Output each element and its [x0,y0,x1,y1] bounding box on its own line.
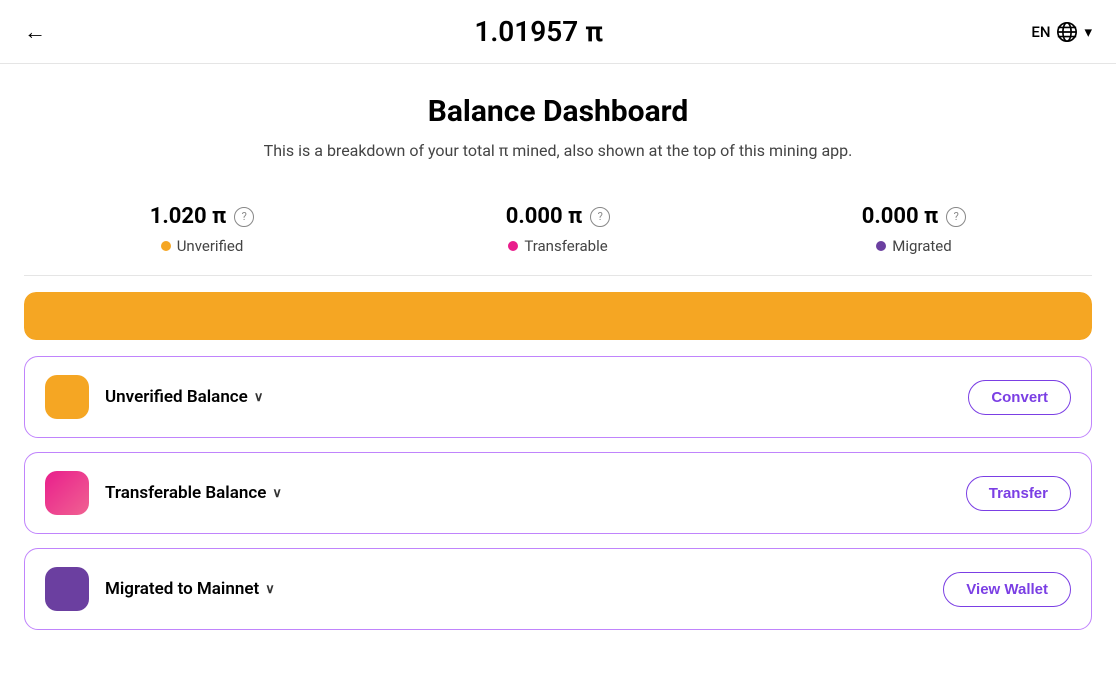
migrated-amount: 0.000 π [862,204,939,229]
transfer-button[interactable]: Transfer [966,476,1071,511]
unverified-card-chevron-icon[interactable]: ∨ [254,390,264,405]
pi-symbol-header: π [585,15,603,48]
unverified-balance-card: Unverified Balance ∨ Convert [24,356,1092,438]
unverified-label: Unverified [161,237,244,255]
convert-button[interactable]: Convert [968,380,1071,415]
migrated-label: Migrated [876,237,951,255]
transferable-label: Transferable [508,237,607,255]
transferable-card-title-text: Transferable Balance [105,483,266,503]
stat-migrated-value: 0.000 π ? [862,204,967,229]
unverified-dot [161,241,171,251]
migrated-balance-card: Migrated to Mainnet ∨ View Wallet [24,548,1092,630]
progress-bar-fill [24,292,1092,340]
unverified-help-icon[interactable]: ? [234,207,254,227]
transferable-card-title: Transferable Balance ∨ [105,483,282,503]
unverified-card-title: Unverified Balance ∨ [105,387,263,407]
unverified-amount: 1.020 π [150,204,227,229]
dashboard-title-section: Balance Dashboard This is a breakdown of… [24,64,1092,180]
view-wallet-button[interactable]: View Wallet [943,572,1071,607]
stat-migrated: 0.000 π ? Migrated [862,204,967,255]
language-selector[interactable]: EN ▾ [1031,21,1092,43]
migrated-card-icon [45,567,89,611]
stat-transferable-value: 0.000 π ? [506,204,611,229]
migrated-card-title-text: Migrated to Mainnet [105,579,259,599]
migrated-card-chevron-icon[interactable]: ∨ [265,582,275,597]
balance-decimal: 01957 [498,15,578,48]
back-button[interactable]: ← [24,19,46,45]
lang-chevron-icon: ▾ [1084,23,1092,41]
stat-unverified-value: 1.020 π ? [150,204,255,229]
progress-bar-container [24,292,1092,340]
header-balance-display: 1.01957 π [474,15,603,48]
balance-cards: Unverified Balance ∨ Convert Transferabl… [24,356,1092,630]
dashboard-title: Balance Dashboard [24,94,1092,129]
globe-icon [1056,21,1078,43]
migrated-card-left: Migrated to Mainnet ∨ [45,567,275,611]
unverified-card-icon [45,375,89,419]
transferable-card-chevron-icon[interactable]: ∨ [272,486,282,501]
balance-integer: 1. [474,15,498,48]
stat-transferable: 0.000 π ? Transferable [506,204,611,255]
transferable-label-text: Transferable [524,237,607,255]
transferable-card-icon [45,471,89,515]
dashboard-subtitle: This is a breakdown of your total π mine… [24,141,1092,160]
transferable-balance-card: Transferable Balance ∨ Transfer [24,452,1092,534]
migrated-label-text: Migrated [892,237,951,255]
unverified-label-text: Unverified [177,237,244,255]
app-header: ← 1.01957 π EN ▾ [0,0,1116,64]
migrated-help-icon[interactable]: ? [946,207,966,227]
transferable-amount: 0.000 π [506,204,583,229]
transferable-card-left: Transferable Balance ∨ [45,471,282,515]
lang-label: EN [1031,23,1050,41]
transferable-dot [508,241,518,251]
migrated-dot [876,241,886,251]
stats-row: 1.020 π ? Unverified 0.000 π ? Transfera… [24,180,1092,276]
main-content: Balance Dashboard This is a breakdown of… [0,64,1116,630]
transferable-help-icon[interactable]: ? [590,207,610,227]
unverified-card-title-text: Unverified Balance [105,387,248,407]
migrated-card-title: Migrated to Mainnet ∨ [105,579,275,599]
stat-unverified: 1.020 π ? Unverified [150,204,255,255]
unverified-card-left: Unverified Balance ∨ [45,375,263,419]
